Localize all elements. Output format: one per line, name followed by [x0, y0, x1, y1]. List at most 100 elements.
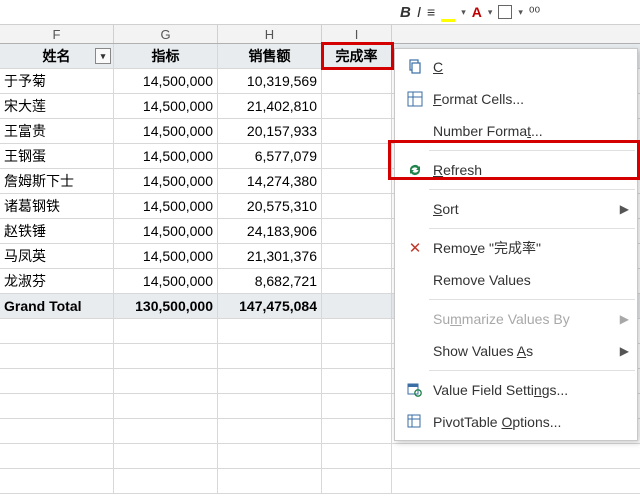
- align-button[interactable]: ≡: [427, 4, 435, 20]
- menu-remove-field-label: Remove "完成率": [433, 238, 629, 258]
- menu-refresh-label: Refresh: [433, 162, 629, 178]
- menu-separator: [429, 228, 635, 229]
- font-color-dd-icon[interactable]: ▾: [488, 7, 493, 18]
- filter-dd-icon[interactable]: ▾: [95, 48, 111, 64]
- cell-rate[interactable]: [322, 69, 392, 93]
- cell-name[interactable]: 马凤英: [0, 244, 114, 268]
- cell-rate[interactable]: [322, 144, 392, 168]
- cell-name[interactable]: 赵铁锤: [0, 219, 114, 243]
- menu-refresh[interactable]: Refresh: [395, 154, 637, 186]
- menu-separator: [429, 150, 635, 151]
- menu-field-settings-label: Value Field Settings...: [433, 382, 629, 398]
- cell-sales[interactable]: 21,402,810: [218, 94, 322, 118]
- cell-metric[interactable]: 14,500,000: [114, 169, 218, 193]
- menu-sort[interactable]: Sort ▶: [395, 193, 637, 225]
- submenu-arrow-icon: ▶: [620, 202, 629, 216]
- cell-metric[interactable]: 14,500,000: [114, 69, 218, 93]
- cell-name[interactable]: 诸葛钢铁: [0, 194, 114, 218]
- bold-button[interactable]: B: [400, 4, 411, 21]
- cell-metric[interactable]: 14,500,000: [114, 244, 218, 268]
- menu-summarize[interactable]: Summarize Values By ▶: [395, 303, 637, 335]
- submenu-arrow-icon: ▶: [620, 344, 629, 358]
- sort-icon: [401, 195, 429, 223]
- cell-rate[interactable]: [322, 194, 392, 218]
- cell-sales[interactable]: 8,682,721: [218, 269, 322, 293]
- col-header-I[interactable]: I: [322, 25, 392, 43]
- format-cells-icon: [401, 85, 429, 113]
- cell-rate[interactable]: [322, 169, 392, 193]
- cell-name[interactable]: 于予菊: [0, 69, 114, 93]
- menu-separator: [429, 189, 635, 190]
- menu-pivot-options-label: PivotTable Options...: [433, 414, 629, 430]
- column-headers: F G H I: [0, 24, 640, 44]
- menu-separator: [429, 299, 635, 300]
- pivot-options-icon: [401, 408, 429, 436]
- cell-metric[interactable]: 14,500,000: [114, 194, 218, 218]
- cell-sales[interactable]: 10,319,569: [218, 69, 322, 93]
- menu-format-cells-label: Format Cells...: [433, 91, 629, 107]
- cell-name[interactable]: 宋大莲: [0, 94, 114, 118]
- italic-button[interactable]: I: [417, 4, 421, 21]
- menu-format-cells[interactable]: Format Cells...: [395, 83, 637, 115]
- blank-icon: [401, 337, 429, 365]
- cell-sales[interactable]: 24,183,906: [218, 219, 322, 243]
- cell-sales[interactable]: 20,157,933: [218, 119, 322, 143]
- cell-name[interactable]: 王钢蛋: [0, 144, 114, 168]
- total-sales[interactable]: 147,475,084: [218, 294, 322, 318]
- menu-remove-values[interactable]: Remove Values: [395, 264, 637, 296]
- cell-name[interactable]: 龙淑芬: [0, 269, 114, 293]
- blank-icon: [401, 266, 429, 294]
- menu-field-settings[interactable]: Value Field Settings...: [395, 374, 637, 406]
- remove-icon: ✕: [401, 234, 429, 262]
- col-header-F[interactable]: F: [0, 25, 114, 43]
- menu-remove-field[interactable]: ✕ Remove "完成率": [395, 232, 637, 264]
- hdr-sales[interactable]: 销售额: [218, 44, 322, 68]
- cell-rate[interactable]: [322, 119, 392, 143]
- borders-dd-icon[interactable]: ▾: [518, 7, 523, 18]
- col-header-G[interactable]: G: [114, 25, 218, 43]
- menu-sort-label: Sort: [433, 201, 620, 217]
- cell-metric[interactable]: 14,500,000: [114, 119, 218, 143]
- total-label[interactable]: Grand Total: [0, 294, 114, 318]
- formatting-toolbar: B I ≡ ▾ A ▾ ▾ ⁰⁰: [0, 0, 640, 24]
- font-color-button[interactable]: A: [472, 4, 482, 20]
- blank-icon: [401, 305, 429, 333]
- cell-rate[interactable]: [322, 269, 392, 293]
- hdr-rate[interactable]: 完成率: [322, 44, 392, 68]
- hdr-name[interactable]: 姓名 ▾: [0, 44, 114, 68]
- menu-show-as[interactable]: Show Values As ▶: [395, 335, 637, 367]
- field-settings-icon: [401, 376, 429, 404]
- menu-remove-values-label: Remove Values: [433, 272, 629, 288]
- cell-name[interactable]: 王富贵: [0, 119, 114, 143]
- menu-pivot-options[interactable]: PivotTable Options...: [395, 406, 637, 438]
- decimal-button[interactable]: ⁰⁰: [529, 4, 540, 21]
- hdr-metric[interactable]: 指标: [114, 44, 218, 68]
- submenu-arrow-icon: ▶: [620, 312, 629, 326]
- context-menu: C Format Cells... Number Format... Refre…: [394, 48, 638, 441]
- cell-name[interactable]: 詹姆斯下士: [0, 169, 114, 193]
- menu-number-format[interactable]: Number Format...: [395, 115, 637, 147]
- cell-metric[interactable]: 14,500,000: [114, 219, 218, 243]
- cell-rate[interactable]: [322, 219, 392, 243]
- menu-copy-label: C: [433, 59, 629, 75]
- fill-color-dd-icon[interactable]: ▾: [461, 7, 466, 18]
- fill-color-button[interactable]: [441, 5, 455, 19]
- total-metric[interactable]: 130,500,000: [114, 294, 218, 318]
- cell-sales[interactable]: 6,577,079: [218, 144, 322, 168]
- menu-copy[interactable]: C: [395, 51, 637, 83]
- cell-metric[interactable]: 14,500,000: [114, 269, 218, 293]
- cell-sales[interactable]: 21,301,376: [218, 244, 322, 268]
- col-header-H[interactable]: H: [218, 25, 322, 43]
- cell-sales[interactable]: 20,575,310: [218, 194, 322, 218]
- cell-rate[interactable]: [322, 94, 392, 118]
- cell-sales[interactable]: 14,274,380: [218, 169, 322, 193]
- cell-metric[interactable]: 14,500,000: [114, 144, 218, 168]
- refresh-icon: [401, 156, 429, 184]
- hdr-name-label: 姓名: [43, 48, 71, 64]
- cell-rate[interactable]: [322, 244, 392, 268]
- menu-show-as-label: Show Values As: [433, 343, 620, 359]
- total-rate[interactable]: [322, 294, 392, 318]
- cell-metric[interactable]: 14,500,000: [114, 94, 218, 118]
- borders-button[interactable]: [498, 5, 512, 19]
- copy-icon: [401, 53, 429, 81]
